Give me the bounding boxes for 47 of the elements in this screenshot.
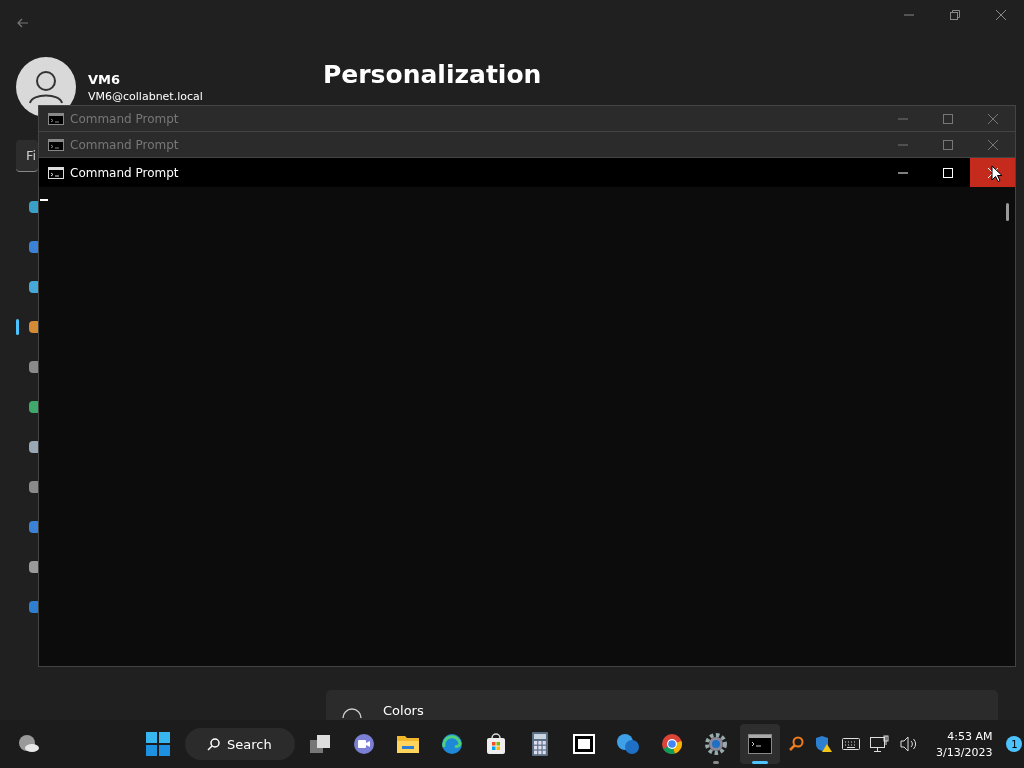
console-icon bbox=[748, 734, 772, 754]
user-name: VM6 bbox=[88, 72, 122, 87]
console-icon bbox=[48, 166, 64, 179]
scrollbar-thumb[interactable] bbox=[1006, 203, 1009, 221]
task-view-icon bbox=[309, 734, 331, 754]
weather-icon[interactable] bbox=[17, 734, 41, 754]
search-icon bbox=[207, 737, 220, 751]
folder-icon bbox=[396, 734, 420, 754]
palette-icon bbox=[342, 708, 362, 718]
close-icon[interactable] bbox=[987, 139, 998, 150]
close-button[interactable] bbox=[970, 158, 1015, 187]
browser-icon bbox=[441, 733, 463, 755]
clock-date[interactable]: 3/13/2023 bbox=[936, 745, 993, 759]
back-arrow-icon[interactable] bbox=[17, 17, 29, 29]
window-title: Command Prompt bbox=[70, 165, 179, 180]
page-title: Personalization bbox=[323, 60, 542, 89]
search-field[interactable]: Fi bbox=[16, 140, 38, 172]
gear-icon bbox=[704, 732, 728, 756]
running-indicator bbox=[752, 761, 768, 764]
running-indicator bbox=[713, 761, 719, 764]
close-icon bbox=[987, 167, 998, 178]
text-cursor bbox=[40, 199, 48, 201]
console-icon bbox=[48, 112, 64, 125]
taskbar-search[interactable]: Search bbox=[185, 728, 295, 760]
taskbar-app[interactable] bbox=[740, 724, 780, 764]
console-icon bbox=[48, 138, 64, 151]
shield-warning-icon[interactable] bbox=[814, 735, 832, 753]
clock-time[interactable]: 4:53 AM bbox=[947, 729, 993, 743]
window-title: Command Prompt bbox=[70, 137, 179, 152]
close-icon[interactable] bbox=[996, 10, 1006, 20]
mouse-pointer-icon bbox=[991, 165, 1003, 183]
chrome-icon bbox=[661, 733, 683, 755]
volume-icon[interactable] bbox=[900, 736, 918, 752]
close-icon[interactable] bbox=[987, 113, 998, 124]
network-icon[interactable] bbox=[870, 735, 890, 753]
window-title: Command Prompt bbox=[70, 111, 179, 126]
calculator-icon bbox=[532, 732, 548, 756]
archive-icon bbox=[573, 734, 595, 754]
start-icon[interactable] bbox=[146, 732, 170, 756]
keyboard-icon[interactable] bbox=[842, 738, 860, 750]
store-bag-icon bbox=[485, 733, 507, 755]
card-label: Colors bbox=[383, 703, 424, 719]
magnifier-icon[interactable] bbox=[788, 736, 804, 752]
video-chat-icon bbox=[353, 733, 375, 755]
user-email: VM6@collabnet.local bbox=[88, 90, 203, 103]
settings-card[interactable]: Colors bbox=[326, 690, 998, 720]
notification-badge[interactable]: 1 bbox=[1006, 736, 1023, 752]
